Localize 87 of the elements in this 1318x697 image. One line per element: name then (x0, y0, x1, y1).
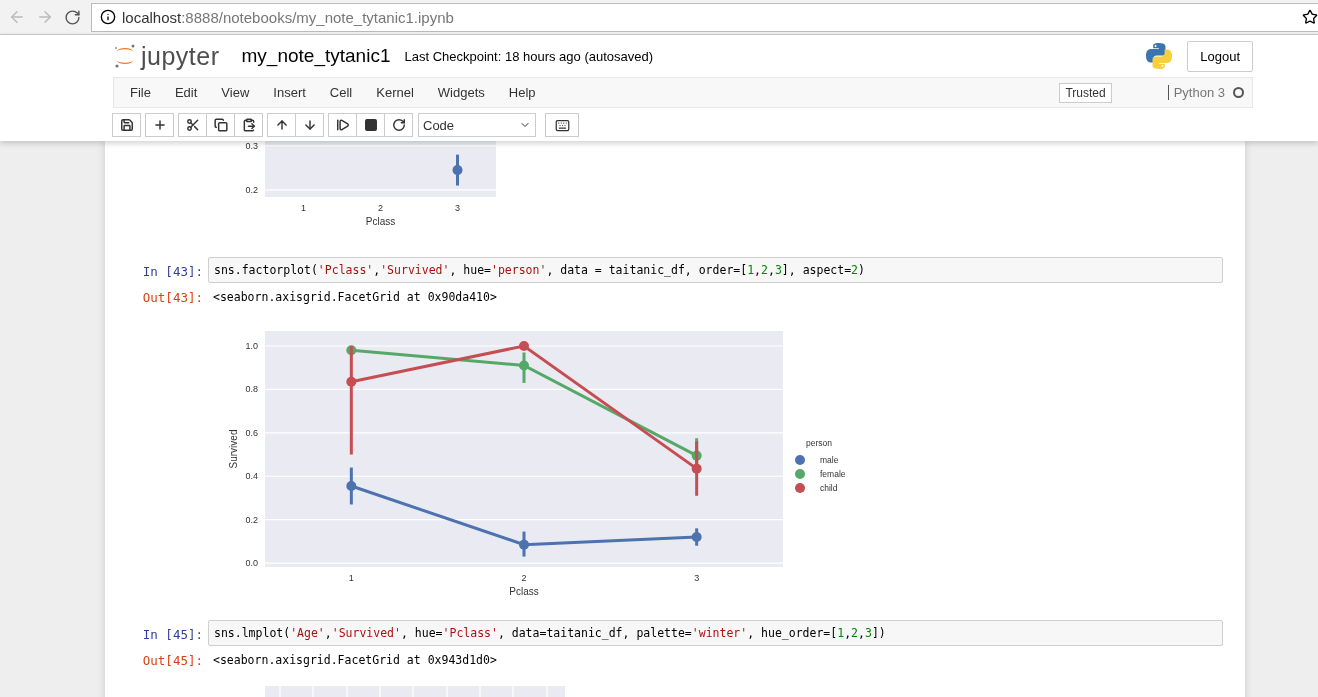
y-tick-label: 1.0 (245, 341, 258, 351)
menu-item[interactable]: View (209, 85, 262, 100)
checkpoint-status: Last Checkpoint: 18 hours ago (autosaved) (404, 48, 654, 64)
x-axis-label: Pclass (365, 216, 396, 227)
menu-item[interactable]: File (118, 85, 163, 100)
y-tick-label: 0.2 (245, 184, 258, 195)
plus-icon (152, 118, 167, 132)
output-prompt: Out[43]: (141, 289, 204, 305)
up-arrow-icon (274, 118, 289, 132)
data-point (346, 376, 357, 387)
error-bar (349, 467, 353, 505)
data-point (519, 360, 529, 371)
logo-text: jupyter (141, 41, 220, 71)
notebook-title[interactable]: my_note_tytanic1 (241, 45, 391, 67)
restart-icon (391, 118, 406, 132)
keyboard-icon (554, 117, 570, 133)
x-tick-label: 1 (348, 573, 354, 583)
step-forward-button[interactable] (328, 113, 357, 137)
paste-button[interactable] (234, 113, 263, 137)
menu-item[interactable]: Help (496, 85, 548, 100)
restart-button[interactable] (384, 113, 413, 137)
code-cell[interactable]: sns.factorplot('Pclass','Survived', hue='person', data = taitanic_df, order=[1,2,3], aspect=2) (208, 257, 1223, 283)
input-prompt: In [45]: (141, 626, 204, 642)
cell-type-dropdown[interactable]: Code (418, 113, 536, 137)
paste-icon (241, 118, 256, 132)
error-bar (522, 352, 526, 383)
output-prompt: Out[45]: (141, 652, 204, 668)
trusted-indicator[interactable]: Trusted (1059, 82, 1112, 103)
x-tick-label: 2 (378, 203, 383, 213)
data-point (691, 450, 702, 461)
menu-item[interactable]: Kernel (364, 85, 426, 100)
address-bar[interactable]: localhost:8888/notebooks/my_note_tytanic1.ipynb (91, 2, 1318, 32)
x-tick-label: 1 (301, 203, 306, 213)
y-axis-label: Survived (228, 429, 239, 469)
python-logo-icon (1145, 42, 1174, 70)
y-tick-label: 0.4 (245, 471, 258, 482)
save-icon (119, 118, 134, 132)
input-prompt: In [43]: (141, 263, 204, 279)
x-tick-label: 3 (455, 203, 460, 213)
copy-icon (213, 118, 228, 132)
y-tick-label: 0.0 (245, 558, 258, 569)
save-button[interactable] (112, 113, 141, 137)
menu-item[interactable]: Edit (162, 85, 210, 100)
step-forward-icon (335, 118, 350, 132)
data-point (519, 539, 529, 550)
info-icon (100, 9, 116, 25)
data-point (691, 463, 702, 474)
data-point (452, 165, 463, 176)
x-tick-label: 3 (694, 573, 700, 583)
kernel-name: Python 3 (1167, 85, 1225, 100)
legend-label: child (820, 483, 838, 493)
legend-label: female (820, 469, 846, 479)
data-point (691, 532, 702, 543)
bookmark-star-icon[interactable] (1302, 9, 1318, 25)
error-bar (522, 531, 526, 557)
stop-button[interactable] (356, 113, 385, 137)
error-bar (456, 154, 459, 186)
code-cell[interactable]: sns.lmplot('Age','Survived', hue='Pclass', data=taitanic_df, palette='winter', hue_order=[1,2,3]) (208, 620, 1223, 646)
legend-label: male (820, 455, 839, 465)
up-arrow-button[interactable] (267, 113, 296, 137)
down-arrow-icon (302, 118, 317, 132)
legend-title: person (806, 438, 832, 448)
y-tick-label: 0.8 (245, 384, 258, 395)
copy-button[interactable] (206, 113, 235, 137)
plus-button[interactable] (145, 113, 174, 137)
y-tick-label: 0.2 (245, 514, 258, 525)
data-point (346, 345, 357, 356)
y-tick-label: 0.3 (245, 141, 258, 151)
menu-item[interactable]: Widgets (425, 85, 497, 100)
stop-icon (363, 118, 378, 132)
menu-item[interactable]: Cell (317, 85, 365, 100)
scissors-button[interactable] (178, 113, 207, 137)
logout-button[interactable]: Logout (1187, 40, 1253, 72)
x-tick-label: 2 (521, 573, 527, 583)
keyboard-button[interactable] (545, 113, 579, 137)
output-text: <seaborn.axisgrid.FacetGrid at 0x943d1d0> (212, 652, 498, 667)
logo-icon (113, 43, 137, 69)
down-arrow-button[interactable] (295, 113, 324, 137)
reload-icon[interactable] (64, 8, 81, 26)
url-text: localhost:8888/notebooks/my_note_tytanic1.ipynb (122, 8, 454, 26)
y-tick-label: 0.6 (245, 427, 258, 438)
data-point (519, 341, 529, 351)
x-axis-label: Pclass (509, 586, 539, 597)
menu-item[interactable]: Insert (261, 85, 318, 100)
scissors-icon (185, 118, 200, 132)
output-text: <seaborn.axisgrid.FacetGrid at 0x90da410> (212, 289, 498, 304)
data-point (346, 481, 357, 491)
